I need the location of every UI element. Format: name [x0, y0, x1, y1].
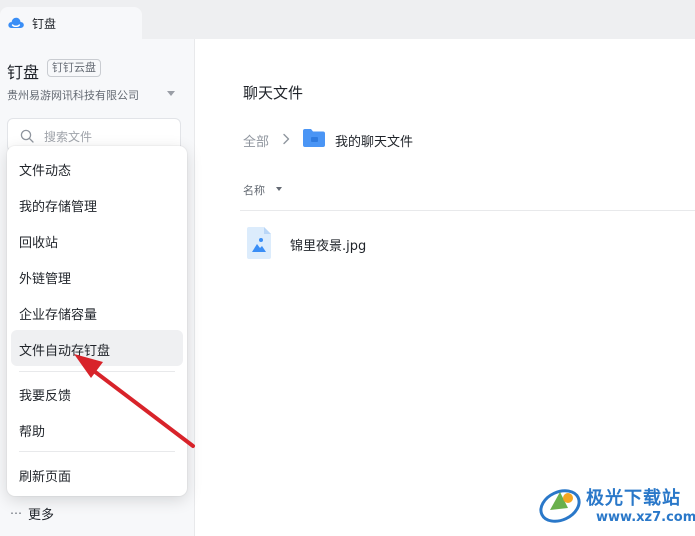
watermark-logo-icon — [539, 489, 581, 523]
watermark-title: 极光下载站 — [586, 488, 681, 509]
watermark-url: www.xz7.com — [596, 510, 695, 525]
watermark: 极光下载站 www.xz7.com — [538, 482, 695, 532]
annotation-arrow-icon — [74, 354, 195, 448]
